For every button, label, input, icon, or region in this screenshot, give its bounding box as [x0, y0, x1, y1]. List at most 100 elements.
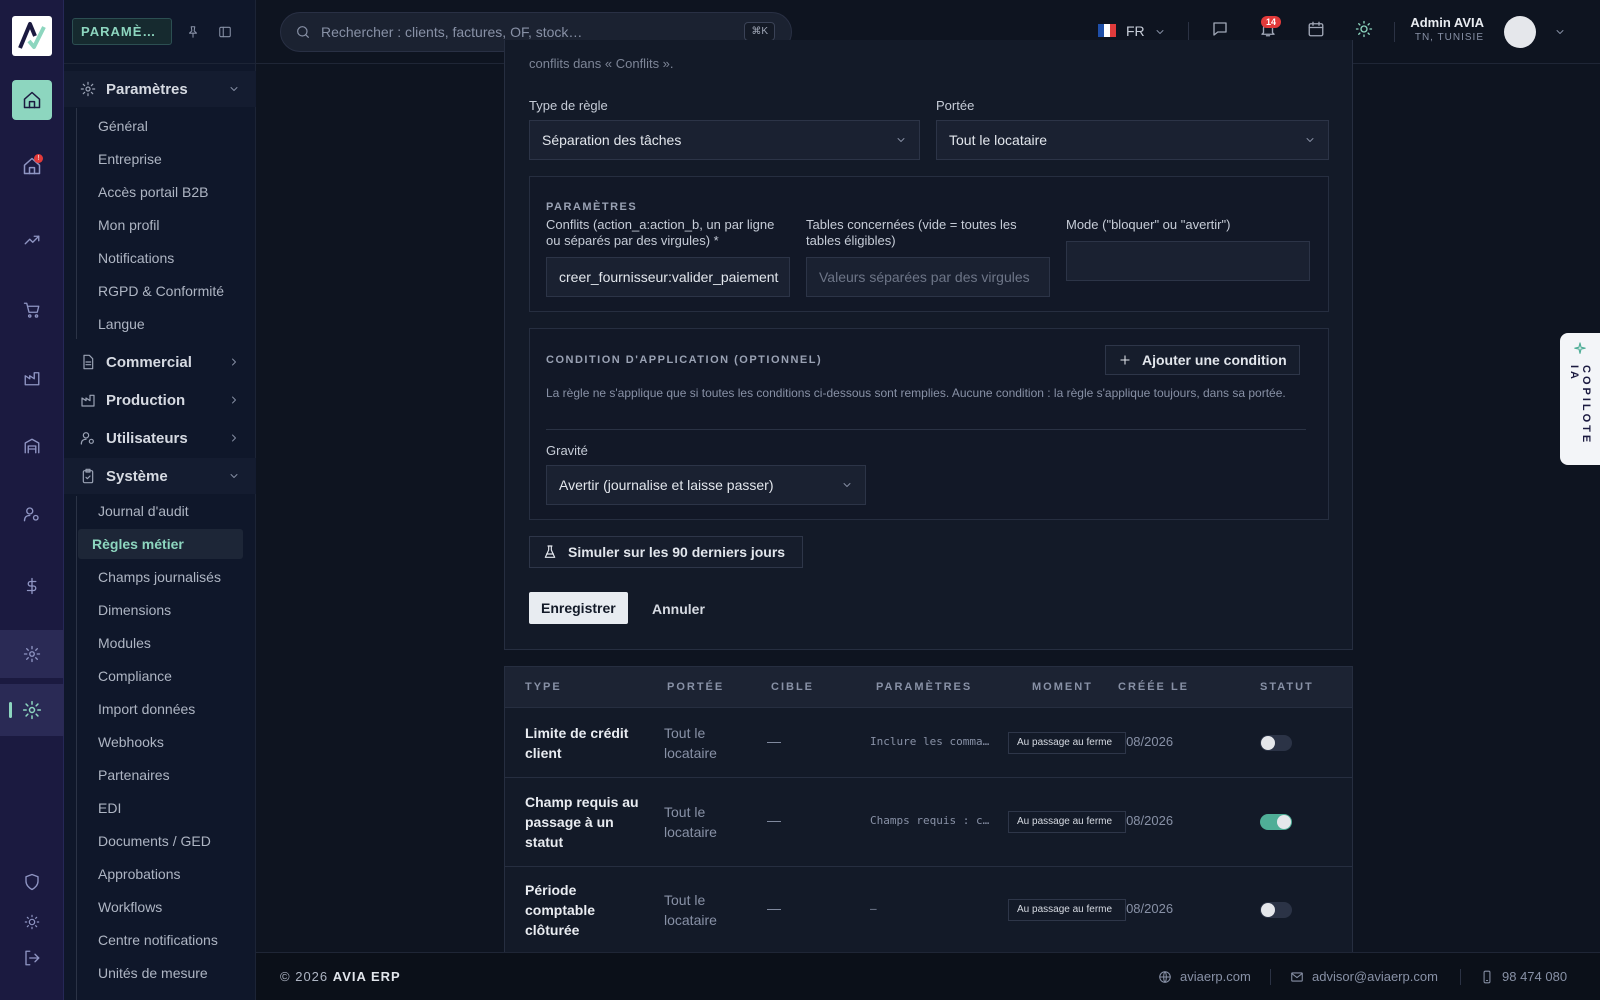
parameters-section: PARAMÈTRES Conflits (action_a:action_b, …	[529, 176, 1329, 312]
nav-item-data-import[interactable]: Import données	[98, 701, 195, 717]
copilot-label: COPILOTE IA	[1568, 364, 1592, 445]
nav-item-partners[interactable]: Partenaires	[98, 767, 170, 783]
rule-type-select[interactable]: Séparation des tâches	[529, 120, 920, 160]
save-button[interactable]: Enregistrer	[529, 592, 628, 624]
submenu-line	[76, 108, 77, 339]
simulate-button[interactable]: Simuler sur les 90 derniers jours	[529, 536, 803, 568]
chat-icon[interactable]	[1211, 20, 1229, 38]
home-icon	[23, 91, 41, 109]
table-row[interactable]: Limite de crédit client Tout le locatair…	[505, 707, 1352, 777]
submenu-line	[76, 496, 77, 1000]
rail-home-button[interactable]	[12, 80, 52, 120]
rail-analytics-button[interactable]	[12, 220, 52, 260]
table-header: TYPE PORTÉE CIBLE PARAMÈTRES MOMENT CRÉÉ…	[505, 667, 1352, 707]
status-toggle[interactable]	[1260, 902, 1292, 918]
document-icon	[83, 354, 94, 370]
chevron-right-icon	[232, 434, 236, 442]
nav-item-language[interactable]: Langue	[98, 316, 145, 332]
user-gear-icon	[23, 507, 39, 522]
table-row[interactable]: Champ requis au passage à un statut Tout…	[505, 777, 1352, 866]
sun-icon[interactable]	[1355, 20, 1373, 38]
group-systeme[interactable]: Système	[64, 458, 256, 494]
group-utilisateurs[interactable]: Utilisateurs	[64, 420, 256, 456]
mode-input[interactable]	[1066, 241, 1310, 281]
rail-production-button[interactable]	[12, 358, 52, 398]
phone-icon	[1483, 970, 1491, 983]
add-condition-button[interactable]: Ajouter une condition	[1105, 345, 1300, 375]
footer-phone[interactable]: 98 474 080	[1480, 969, 1567, 984]
footer-email[interactable]: advisor@aviaerp.com	[1290, 969, 1438, 984]
language-selector[interactable]: FR	[1126, 23, 1145, 39]
group-production[interactable]: Production	[64, 382, 256, 418]
nav-item-notification-center[interactable]: Centre notifications	[98, 932, 218, 948]
alert-dot: !	[34, 154, 43, 163]
rail-security-button[interactable]	[12, 862, 52, 902]
user-location: TN, TUNISIE	[1414, 32, 1484, 43]
parameters-title: PARAMÈTRES	[546, 201, 638, 213]
table-row[interactable]: Période comptable clôturée Tout le locat…	[505, 866, 1352, 955]
scope-select[interactable]: Tout le locataire	[936, 120, 1329, 160]
simulate-label: Simuler sur les 90 derniers jours	[568, 544, 786, 560]
nav-item-compliance[interactable]: Compliance	[98, 668, 172, 684]
col-target: CIBLE	[771, 681, 814, 693]
nav-item-notifications[interactable]: Notifications	[98, 250, 174, 266]
nav-item-units[interactable]: Unités de mesure	[98, 965, 208, 981]
group-commercial[interactable]: Commercial	[64, 344, 256, 380]
group-parametres[interactable]: Paramètres	[64, 71, 256, 107]
rule-type: Champ requis au passage à un statut	[525, 794, 639, 850]
rule-form-card: conflits dans « Conflits ». Type de règl…	[504, 40, 1353, 650]
tables-input[interactable]: Valeurs séparées par des virgules	[806, 257, 1050, 297]
nav-item-dimensions[interactable]: Dimensions	[98, 602, 171, 618]
avatar[interactable]	[1504, 16, 1536, 48]
chevron-down-icon[interactable]	[1554, 26, 1566, 38]
col-params: PARAMÈTRES	[876, 681, 973, 693]
shield-icon	[25, 873, 39, 891]
status-toggle[interactable]	[1260, 814, 1292, 830]
pin-icon[interactable]	[182, 25, 204, 39]
rail-dashboard-button[interactable]: !	[12, 146, 52, 186]
nav-item-modules[interactable]: Modules	[98, 635, 151, 651]
cancel-button[interactable]: Annuler	[652, 601, 705, 617]
rule-target: —	[767, 733, 781, 749]
active-indicator	[9, 702, 12, 718]
gear-icon	[23, 645, 41, 663]
nav-item-logged-fields[interactable]: Champs journalisés	[98, 569, 221, 585]
app-logo[interactable]	[12, 16, 52, 56]
rail-logout-button[interactable]	[12, 938, 52, 978]
rail-theme-button[interactable]	[12, 902, 52, 942]
nav-item-business-rules[interactable]: Règles métier	[78, 529, 243, 559]
nav-item-audit-log[interactable]: Journal d'audit	[98, 503, 189, 519]
rail-settings-button[interactable]	[0, 630, 64, 678]
scope-value: Tout le locataire	[949, 132, 1048, 148]
nav-item-edi[interactable]: EDI	[98, 800, 121, 816]
nav-item-entreprise[interactable]: Entreprise	[98, 151, 162, 167]
chevron-down-icon	[843, 483, 851, 487]
copilot-tab[interactable]: COPILOTE IA	[1560, 333, 1600, 465]
nav-item-profile[interactable]: Mon profil	[98, 217, 159, 233]
nav-item-general[interactable]: Général	[98, 118, 148, 134]
rule-params: Inclure les commandes	[870, 735, 995, 748]
divider	[1394, 22, 1395, 42]
calendar-icon[interactable]	[1307, 20, 1325, 38]
nav-item-b2b-portal[interactable]: Accès portail B2B	[98, 184, 209, 200]
nav-item-rgpd[interactable]: RGPD & Conformité	[98, 283, 224, 299]
rail-sales-button[interactable]	[12, 290, 52, 330]
copyright-symbol: ©	[280, 969, 291, 984]
severity-select[interactable]: Avertir (journalise et laisse passer)	[546, 465, 866, 505]
nav-item-documents[interactable]: Documents / GED	[98, 833, 211, 849]
rail-system-button[interactable]	[0, 684, 64, 736]
nav-item-webhooks[interactable]: Webhooks	[98, 734, 164, 750]
rail-warehouse-button[interactable]	[12, 426, 52, 466]
website-text: aviaerp.com	[1180, 969, 1251, 984]
status-toggle[interactable]	[1260, 735, 1292, 751]
trending-icon	[24, 235, 40, 245]
nav-item-approvals[interactable]: Approbations	[98, 866, 181, 882]
severity-value: Avertir (journalise et laisse passer)	[559, 477, 774, 493]
nav-item-workflows[interactable]: Workflows	[98, 899, 162, 915]
rail-finance-button[interactable]	[12, 566, 52, 606]
rail-users-button[interactable]	[12, 494, 52, 534]
collapse-sidebar-icon[interactable]	[214, 25, 236, 39]
conflicts-input[interactable]: creer_fournisseur:valider_paiement	[546, 257, 790, 297]
footer-website[interactable]: aviaerp.com	[1158, 969, 1251, 984]
chevron-down-icon[interactable]	[1154, 26, 1166, 38]
